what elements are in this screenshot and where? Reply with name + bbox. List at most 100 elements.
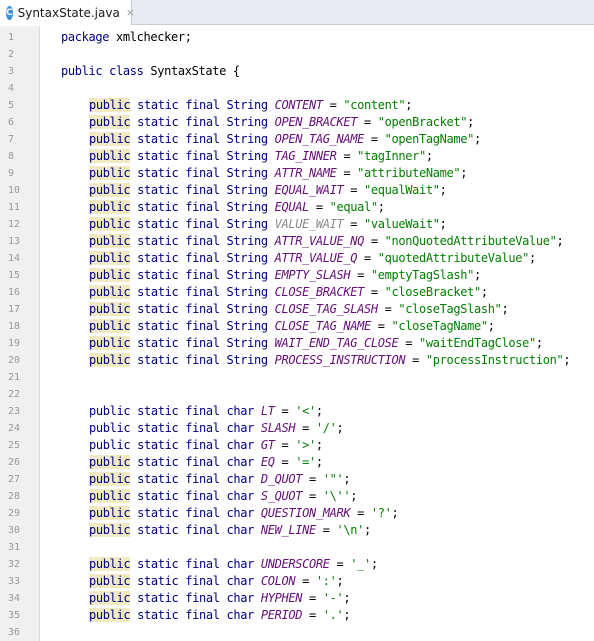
keyword-public: public [89,353,131,367]
keyword-public: public [89,302,131,316]
code-line: public static final char QUESTION_MARK =… [89,505,399,522]
code-line: public static final char HYPHEN = '-'; [89,590,351,607]
line-number: 19 [8,338,21,349]
code-line: public static final char LT = '<'; [89,403,323,420]
keyword-public: public [89,557,131,571]
field-name: OPEN_BRACKET [274,115,358,129]
semicolon: ; [425,149,433,163]
semicolon: ; [563,353,571,367]
keyword-modifiers: static final String [130,336,275,350]
string-literal: "valueWait" [364,217,440,231]
line-number: 20 [8,355,21,366]
keyword-public: public [89,98,131,112]
code-line: public static final char D_QUOT = '"'; [89,471,351,488]
semicolon: ; [391,506,399,520]
line-number: 1 [8,32,15,43]
keyword-modifiers: static final char [130,608,261,622]
semicolon: ; [364,523,371,537]
operator: = [357,115,378,129]
line-number: 36 [8,627,21,638]
char-literal: '.' [322,608,344,622]
semicolon: ; [377,200,385,214]
field-name: PERIOD [260,608,303,622]
keyword-modifiers: static final char [130,591,261,605]
code-line: public static final char NEW_LINE = '\n'… [89,522,371,539]
close-icon[interactable]: × [126,6,135,19]
code-line: public static final String EQUAL = "equa… [89,199,385,216]
string-literal: "equalWait" [364,183,440,197]
keyword-public: public [89,319,131,333]
code-line: public static final String TAG_INNER = "… [89,148,433,165]
keyword-modifiers: static final char [130,557,261,571]
semicolon: ; [535,336,543,350]
string-literal: "closeBracket" [384,285,482,299]
code-editor[interactable]: package xmlchecker; public class SyntaxSt… [40,26,594,641]
line-number: 15 [8,270,21,281]
keyword-modifiers: static final String [130,353,275,367]
keyword-public: public [89,421,131,435]
keyword-public: public [89,472,131,486]
semicolon: ; [315,455,323,469]
operator: = [274,404,296,418]
line-number: 17 [8,304,21,315]
keyword-public: public [89,268,131,282]
keyword-public: public [89,200,131,214]
char-literal: '"' [322,472,344,486]
code-line: public static final String CONTENT = "co… [89,97,412,114]
line-number: 30 [8,525,21,536]
semicolon: ; [474,132,481,146]
field-name: SLASH [260,421,296,435]
code-line: public static final String CLOSE_BRACKET… [89,284,488,301]
code-line: public static final String ATTR_VALUE_NQ… [89,233,564,250]
keyword-modifiers: static final String [130,285,275,299]
line-number: 31 [8,542,21,553]
keyword-public: public [89,489,131,503]
keyword-modifiers: static final String [130,319,275,333]
string-literal: "closeTagName" [391,319,489,333]
operator: = [370,319,392,333]
code-line: public static final String ATTR_VALUE_Q … [89,250,536,267]
char-literal: '\'' [322,489,351,503]
keyword-modifiers: static final String [130,234,275,248]
tab-syntaxstate-java[interactable]: C SyntaxState.java × [0,0,135,25]
keyword-public: public [89,438,131,452]
line-number: 29 [8,508,21,519]
line-number: 16 [8,287,21,298]
keyword-modifiers: static final String [130,115,275,129]
field-name: PROCESS_INSTRUCTION [274,353,406,367]
semicolon: ; [474,268,481,282]
line-number: 6 [8,117,15,128]
line-number: 35 [8,610,21,621]
field-name: EQUAL_WAIT [274,183,344,197]
semicolon: ; [343,591,351,605]
operator: = [302,608,323,622]
code-line: public static final String OPEN_TAG_NAME… [89,131,481,148]
operator: = [329,557,351,571]
semicolon: ; [405,98,413,112]
string-literal: "nonQuotedAttributeValue" [384,234,557,248]
semicolon: ; [529,251,536,265]
operator: = [295,574,316,588]
field-name: D_QUOT [260,472,303,486]
field-name: UNDERSCORE [260,557,330,571]
keyword-public: public [89,506,131,520]
line-number: 13 [8,236,21,247]
line-number: 4 [8,83,15,94]
field-name: EQ [260,455,275,469]
keyword-modifiers: static final String [130,183,275,197]
keyword-modifiers: static final String [130,268,275,282]
operator: = [398,336,419,350]
keyword-modifiers: static final char [130,455,261,469]
keyword-modifiers: static final String [130,251,275,265]
semicolon: ; [501,302,509,316]
code-line: public static final String CLOSE_TAG_SLA… [89,301,509,318]
semicolon: ; [487,319,495,333]
semicolon: ; [336,421,344,435]
keyword-modifiers: static final char [130,438,261,452]
line-number: 28 [8,491,21,502]
keyword-public: public [89,574,131,588]
keyword: package [61,30,110,44]
semicolon: ; [480,285,488,299]
keyword-public: public [89,183,131,197]
keyword-modifiers: static final char [130,523,261,537]
